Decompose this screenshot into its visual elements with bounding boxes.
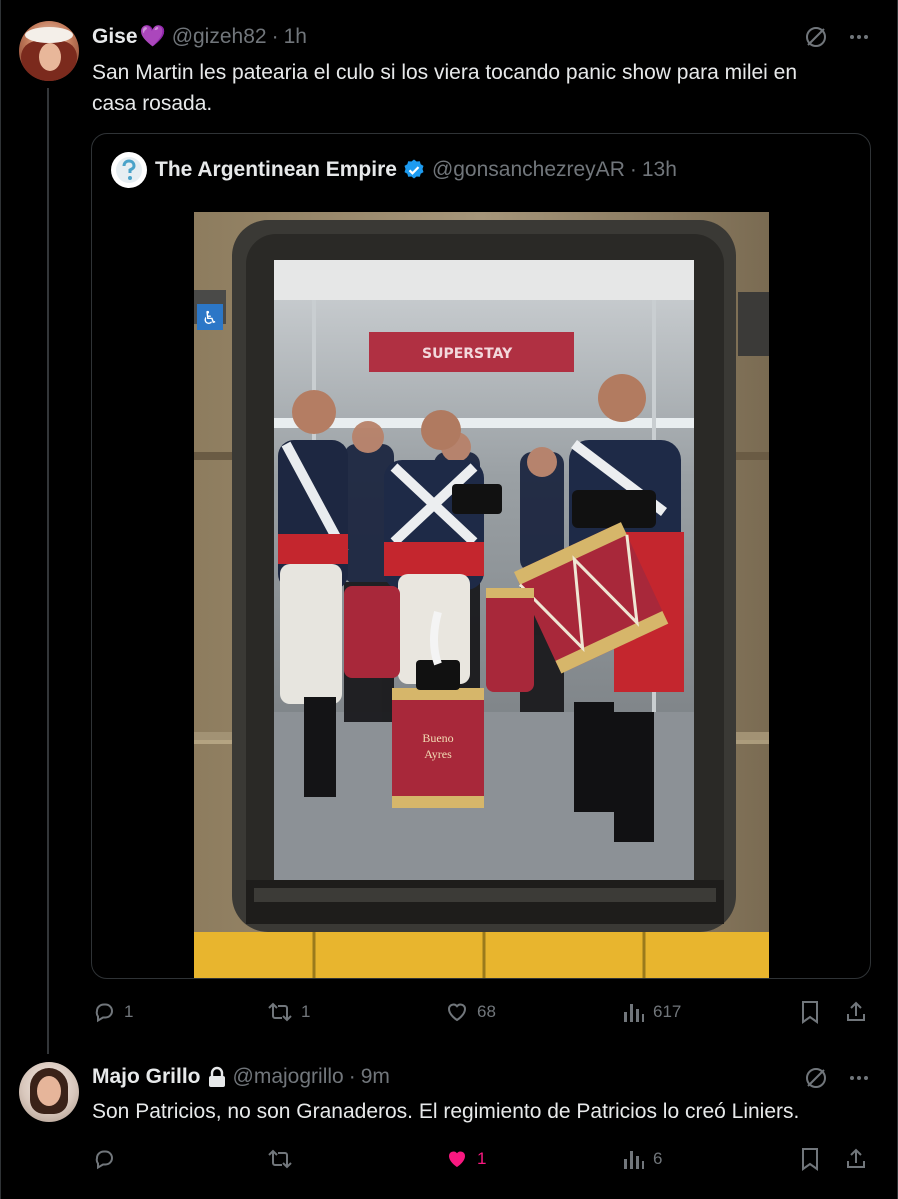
repost-icon [267,1000,293,1024]
grok-icon[interactable] [804,1066,828,1090]
reply-button[interactable]: 1 [92,1000,133,1024]
separator-dot: · [271,24,279,48]
bookmark-button[interactable] [799,1147,821,1171]
tweet-top-icons [804,25,870,49]
repost-button[interactable]: 1 [267,1000,310,1024]
more-icon[interactable] [848,25,870,49]
user-handle[interactable]: @gizeh82 [172,25,267,49]
svg-text:♿: ♿ [202,308,218,329]
share-icon [844,1147,868,1171]
quoted-timestamp[interactable]: 13h [642,158,677,182]
quoted-avatar[interactable] [111,152,147,188]
views-icon [623,1147,645,1171]
quoted-user-handle[interactable]: @gonsanchezreyAR [432,158,625,182]
grok-icon[interactable] [804,25,828,49]
views-count: 617 [653,1002,682,1021]
display-name[interactable]: Gise [92,25,138,49]
bookmark-button[interactable] [799,1000,821,1024]
subway-band-photo: ♿ SUPERSTAY Bueno Ayres [194,212,769,978]
views-count: 6 [653,1149,663,1168]
thread-connector-line [47,88,49,1054]
separator-dot: · [629,158,637,181]
more-icon[interactable] [848,1066,870,1090]
like-button[interactable]: 68 [445,1000,496,1024]
timestamp[interactable]: 1h [284,25,307,49]
reply-count: 1 [124,1002,134,1021]
tweet-actions: 1 1 68 617 [91,996,871,1030]
quoted-tweet-card[interactable]: The Argentinean Empire @gonsanchezreyAR … [91,133,871,979]
like-icon [445,1147,469,1171]
views-icon [623,1000,645,1024]
avatar-gise[interactable] [19,21,79,81]
tweet-top-icons [804,1066,870,1090]
tweet-text: Son Patricios, no son Granaderos. El reg… [92,1100,800,1123]
train-sign-text: SUPERSTAY [422,346,513,362]
like-icon [445,1000,469,1024]
user-handle[interactable]: @majogrillo [233,1065,344,1089]
like-count: 68 [477,1002,496,1021]
like-count: 1 [477,1149,487,1168]
heart-emoji: 💜 [139,24,166,48]
views-button[interactable]: 617 [623,1000,681,1024]
reply-icon [92,1147,116,1171]
tweet-text-line: San Martin les patearia el culo si los v… [92,61,798,84]
repost-icon [267,1147,293,1171]
repost-count: 1 [301,1002,311,1021]
bookmark-icon [799,1000,821,1024]
share-icon [844,1000,868,1024]
tweet-text-line: casa rosada. [92,92,213,115]
share-button[interactable] [844,1147,868,1171]
avatar-majo[interactable] [19,1062,79,1122]
quoted-display-name[interactable]: The Argentinean Empire [155,158,397,182]
verified-badge-icon [402,158,426,182]
lock-icon [207,1066,227,1088]
display-name[interactable]: Majo Grillo [92,1065,201,1089]
reply-icon [92,1000,116,1024]
timestamp[interactable]: 9m [361,1065,390,1089]
tweet-actions: 1 6 [91,1143,871,1177]
repost-button[interactable] [267,1147,301,1171]
tweet-header: Gise 💜 @gizeh82 · 1h [92,24,307,49]
drum-text-line: Bueno [422,731,453,745]
separator-dot: · [348,1065,356,1088]
quoted-tweet-header: The Argentinean Empire @gonsanchezreyAR … [111,152,677,188]
bookmark-icon [799,1147,821,1171]
tweet-text: San Martin les patearia el culo si los v… [92,57,797,119]
reply-button[interactable] [92,1147,124,1171]
tweet-header: Majo Grillo @majogrillo · 9m [92,1065,390,1089]
like-button[interactable]: 1 [445,1147,486,1171]
views-button[interactable]: 6 [623,1147,662,1171]
share-button[interactable] [844,1000,868,1024]
quoted-photo[interactable]: ♿ SUPERSTAY Bueno Ayres [194,212,769,978]
drum-text-line: Ayres [424,747,452,761]
